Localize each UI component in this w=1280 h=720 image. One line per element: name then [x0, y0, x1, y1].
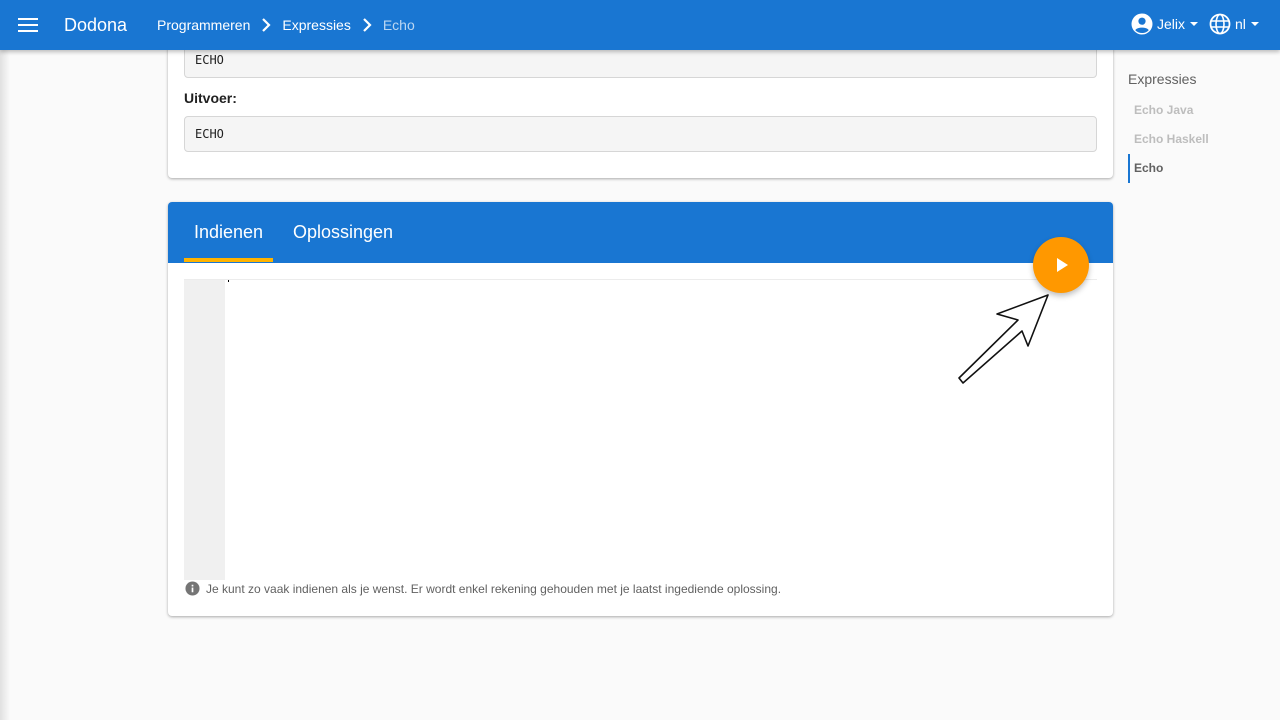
language-code: nl [1235, 16, 1246, 32]
chevron-right-icon [253, 16, 279, 34]
sample-io-card: ECHO Uitvoer: ECHO [168, 30, 1113, 178]
play-icon [1057, 258, 1068, 272]
sample-output-box: ECHO [184, 116, 1097, 152]
sidenav-list: Echo Java Echo Haskell Echo [1128, 96, 1268, 183]
submission-tab-bar: Indienen Oplossingen [168, 202, 1113, 263]
sidenav-item-echo-haskell[interactable]: Echo Haskell [1128, 125, 1268, 154]
sidenav-title: Expressies [1128, 71, 1197, 87]
tab-indienen[interactable]: Indienen [184, 202, 273, 263]
output-label: Uitvoer: [184, 90, 237, 106]
submit-run-button[interactable] [1033, 237, 1089, 293]
info-icon [185, 581, 200, 596]
globe-icon [1209, 13, 1231, 35]
user-name: Jelix [1157, 16, 1186, 32]
sidenav-item-echo[interactable]: Echo [1128, 154, 1268, 183]
exercise-side-nav: Expressies Echo Java Echo Haskell Echo [1128, 70, 1268, 183]
brand-logo-link[interactable]: Dodona [64, 14, 127, 36]
breadcrumb-item-echo: Echo [382, 17, 415, 33]
chevron-right-icon [354, 16, 380, 34]
account-circle-icon [1131, 13, 1153, 35]
drawer-edge-shadow [0, 50, 10, 720]
language-menu-button[interactable]: nl [1209, 13, 1259, 35]
breadcrumb-item-expressies[interactable]: Expressies [282, 16, 350, 34]
menu-button[interactable] [14, 13, 42, 37]
editor-gutter [184, 280, 225, 580]
top-app-bar: Dodona Programmeren Expressies Echo Jeli… [0, 0, 1280, 50]
submission-hint: Je kunt zo vaak indienen als je wenst. E… [185, 581, 781, 596]
user-menu-button[interactable]: Jelix [1131, 13, 1199, 35]
active-tab-indicator [184, 258, 273, 262]
editor-cursor [228, 280, 229, 282]
breadcrumb: Programmeren Expressies Echo [157, 16, 415, 34]
submission-card: Indienen Oplossingen Je kunt zo vaak ind… [168, 202, 1113, 616]
breadcrumb-item-programmeren[interactable]: Programmeren [157, 16, 250, 34]
caret-down-icon [1190, 22, 1199, 26]
menu-icon [18, 18, 38, 32]
tab-oplossingen[interactable]: Oplossingen [283, 202, 403, 263]
sidenav-item-echo-java[interactable]: Echo Java [1128, 96, 1268, 125]
caret-down-icon [1250, 22, 1259, 26]
annotation-arrow-icon [958, 294, 1049, 384]
hint-text: Je kunt zo vaak indienen als je wenst. E… [206, 581, 782, 596]
